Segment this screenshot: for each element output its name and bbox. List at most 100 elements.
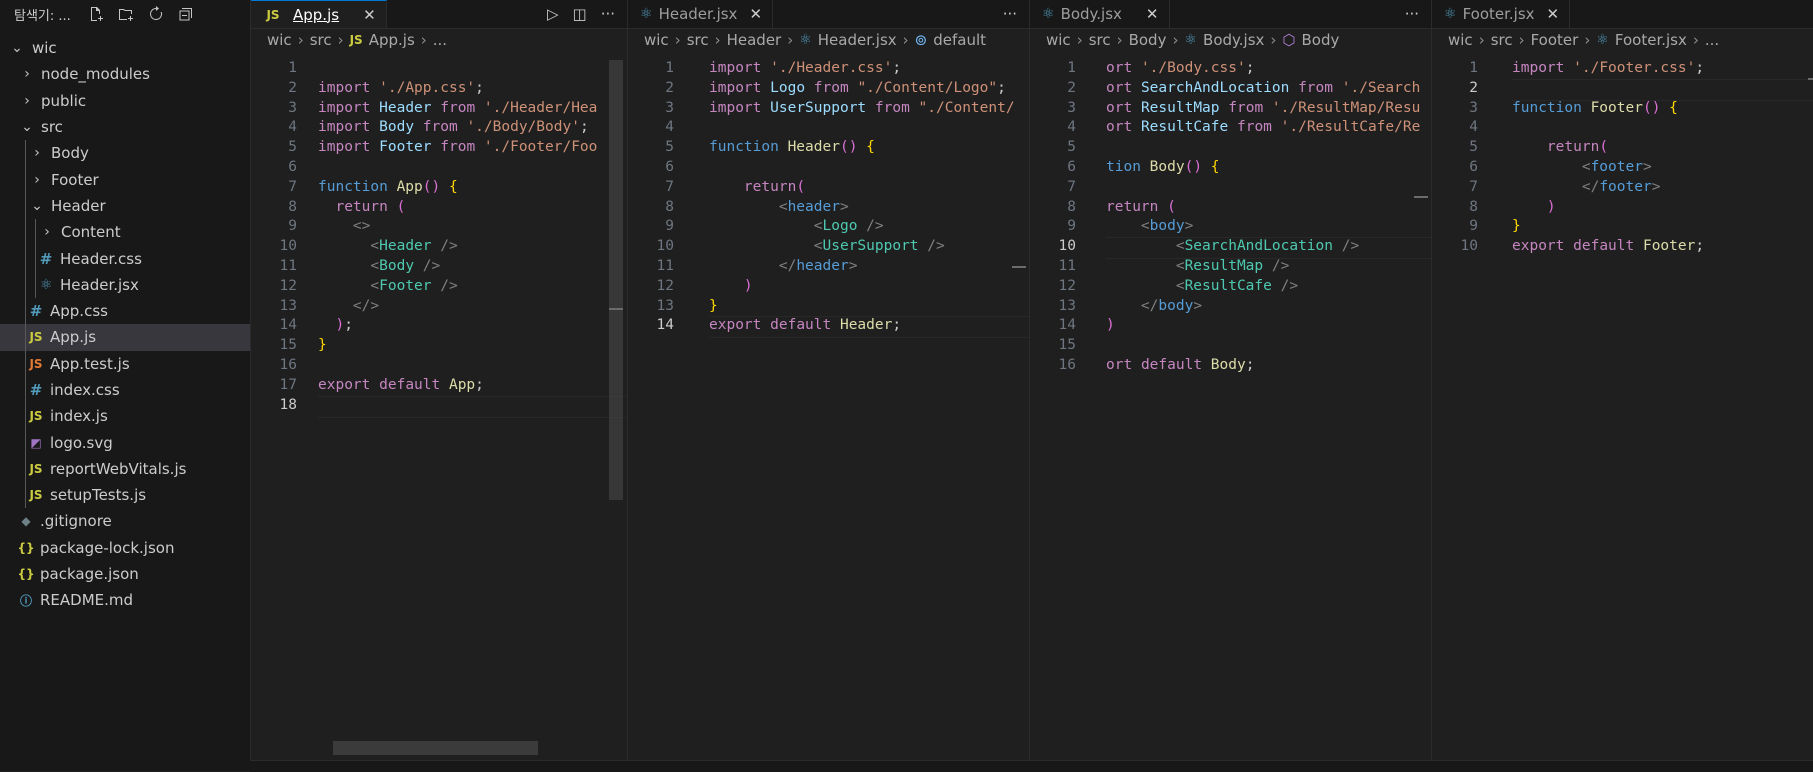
tab-header-jsx[interactable]: ⚛ Header.jsx ✕ (628, 0, 774, 28)
tab-body-jsx[interactable]: ⚛ Body.jsx ✕ (1030, 0, 1170, 28)
horizontal-scrollbar[interactable] (333, 741, 538, 755)
line-number: 7 (665, 178, 674, 195)
refresh-icon[interactable] (145, 3, 167, 25)
breadcrumb-item[interactable]: Body (1129, 31, 1167, 49)
line-number: 3 (665, 99, 674, 116)
line-number: 13 (656, 297, 674, 314)
close-icon[interactable]: ✕ (363, 6, 376, 24)
tree-root-wic[interactable]: ⌄ wic (0, 35, 250, 61)
line-number: 14 (279, 317, 297, 334)
more-actions-icon[interactable]: ··· (1003, 5, 1017, 23)
new-file-icon[interactable] (85, 3, 107, 25)
code-line: ort default Body; (1106, 357, 1255, 373)
close-icon[interactable]: ✕ (749, 5, 762, 23)
tree-item-src[interactable]: ⌄ src (0, 114, 250, 140)
breadcrumb-item[interactable]: wic (267, 31, 292, 49)
line-number: 2 (1469, 79, 1478, 96)
breadcrumb-item[interactable]: wic (1448, 31, 1473, 49)
react-icon: ⚛ (640, 6, 653, 22)
line-number: 7 (288, 178, 297, 195)
tree-item-header-jsx[interactable]: ⚛ Header.jsx (0, 271, 250, 298)
code-line: <body> (1140, 218, 1194, 235)
breadcrumb-item[interactable]: Footer (1531, 31, 1579, 49)
breadcrumb-item[interactable]: ... (1705, 31, 1719, 49)
code-line: <UserSupport /> (813, 238, 945, 255)
chevron-right-icon: › (34, 171, 40, 188)
tree-item-index-css[interactable]: # index.css (0, 376, 250, 404)
close-icon[interactable]: ✕ (1146, 5, 1159, 23)
split-editor-icon[interactable]: ◫ (573, 5, 587, 23)
breadcrumb-item[interactable]: src (1491, 31, 1513, 49)
breadcrumb-item[interactable]: Body.jsx (1203, 31, 1264, 49)
tree-item-label: README.md (40, 591, 134, 610)
line-number: 4 (1469, 119, 1478, 136)
line-number: 15 (279, 337, 297, 354)
tree-item-footer[interactable]: › Footer (0, 166, 250, 193)
breadcrumb-item[interactable]: wic (644, 31, 669, 49)
tree-item-app-test-js[interactable]: JS App.test.js (0, 350, 250, 377)
breadcrumb-item[interactable]: Header (727, 31, 782, 49)
tree-item-package-json[interactable]: {} package.json (0, 561, 250, 587)
react-icon: ⚛ (39, 276, 53, 293)
code-line: ); (335, 317, 353, 334)
more-actions-icon[interactable]: ··· (1405, 5, 1419, 23)
breadcrumb-item[interactable]: ... (433, 31, 447, 49)
tree-item-body[interactable]: › Body (0, 140, 250, 167)
breadcrumb-item[interactable]: src (687, 31, 709, 49)
line-number: 6 (1469, 159, 1478, 175)
tree-item-node-modules[interactable]: › node_modules (0, 61, 250, 87)
tree-item-label: Body (51, 144, 89, 163)
breadcrumb-item[interactable]: src (1089, 31, 1111, 49)
new-folder-icon[interactable] (115, 3, 137, 25)
tree-item-app-js[interactable]: JS App.js (0, 324, 250, 351)
tab-footer-jsx[interactable]: ⚛ Footer.jsx ✕ (1432, 0, 1571, 28)
tree-item-setuptests[interactable]: JS setupTests.js (0, 482, 250, 509)
breadcrumb-item[interactable]: wic (1046, 31, 1071, 49)
tree-item-header-folder[interactable]: ⌄ Header (0, 192, 250, 220)
line-number: 4 (1067, 119, 1076, 136)
close-icon[interactable]: ✕ (1547, 5, 1560, 23)
breadcrumb-item[interactable]: src (310, 31, 332, 49)
tree-item-public[interactable]: › public (0, 88, 250, 114)
tree-item-gitignore[interactable]: ◆ .gitignore (0, 508, 250, 534)
line-number: 14 (656, 317, 674, 334)
explorer-header: 탐색기: ... (0, 0, 250, 28)
vertical-scrollbar[interactable] (609, 60, 623, 500)
tree-item-package-lock[interactable]: {} package-lock.json (0, 535, 250, 561)
more-actions-icon[interactable]: ··· (601, 5, 615, 23)
line-number: 6 (665, 159, 674, 175)
chevron-right-icon: › (1116, 31, 1123, 49)
line-number: 8 (1469, 198, 1478, 215)
line-number: 17 (279, 376, 297, 393)
symbol-icon: ⊚ (914, 31, 928, 49)
tree-item-header-css[interactable]: # Header.css (0, 245, 250, 272)
breadcrumb-item[interactable]: default (933, 31, 986, 49)
tab-app-js[interactable]: JS App.js ✕ (251, 0, 387, 28)
code-line: </> (352, 297, 380, 314)
tree-item-reportwebvitals[interactable]: JS reportWebVitals.js (0, 455, 250, 483)
code-line: } (709, 297, 718, 314)
code-line: ort ResultCafe from './ResultCafe/Re (1106, 119, 1421, 136)
tree-item-index-js[interactable]: JS index.js (0, 403, 250, 430)
tree-item-logo-svg[interactable]: ◩ logo.svg (0, 429, 250, 456)
chevron-down-icon: ⌄ (11, 40, 23, 57)
breadcrumb-item[interactable]: Footer.jsx (1615, 31, 1687, 49)
svg-file-icon: ◩ (30, 435, 42, 450)
tree-item-app-css[interactable]: # App.css (0, 297, 250, 325)
breadcrumb-item[interactable]: App.js (369, 31, 415, 49)
run-icon[interactable]: ▷ (547, 5, 559, 23)
chevron-right-icon: › (1584, 31, 1591, 49)
line-number: 13 (279, 297, 297, 314)
tree-item-label: node_modules (41, 65, 150, 84)
line-number: 11 (279, 258, 297, 274)
breadcrumb-item[interactable]: Header.jsx (818, 31, 897, 49)
javascript-icon: JS (29, 330, 43, 345)
indent-guide (25, 140, 26, 167)
collapse-all-icon[interactable] (175, 3, 197, 25)
line-number: 9 (665, 218, 674, 235)
tree-item-content[interactable]: › Content (0, 219, 250, 246)
breadcrumb-item[interactable]: Body (1302, 31, 1340, 49)
git-icon: ◆ (21, 514, 31, 529)
tree-item-readme[interactable]: ⓘ README.md (0, 587, 250, 613)
tab-bar: ⚛ Body.jsx ✕ ··· (1030, 0, 1431, 29)
